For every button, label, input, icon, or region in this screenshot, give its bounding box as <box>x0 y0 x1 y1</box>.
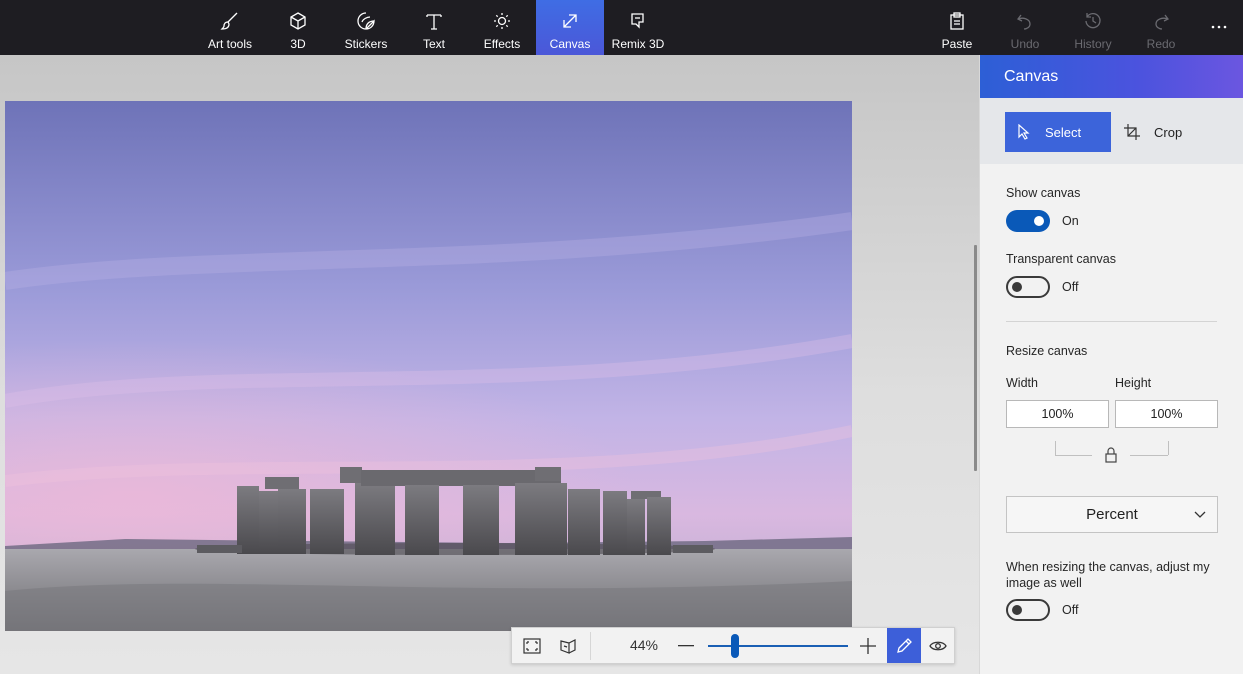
top-toolbar: Art tools 3D Stickers Text Effects Canva… <box>0 0 1243 55</box>
tool-label: 3D <box>290 37 306 51</box>
zoom-out-button[interactable] <box>672 628 700 663</box>
fit-screen-icon <box>523 637 541 654</box>
tool-label: Remix 3D <box>611 37 665 51</box>
height-label: Height <box>1115 376 1152 390</box>
action-label: History <box>1074 37 1112 51</box>
canvas-image[interactable] <box>5 101 852 631</box>
chevron-down-icon <box>1193 507 1207 526</box>
transparent-canvas-toggle[interactable] <box>1006 276 1050 298</box>
adjust-image-state: Off <box>1062 603 1079 617</box>
unit-selected: Percent <box>1086 506 1138 523</box>
show-canvas-toggle[interactable] <box>1006 210 1050 232</box>
more-options-button[interactable] <box>1204 0 1234 55</box>
crop-icon <box>1124 124 1140 140</box>
redo-button[interactable]: Redo <box>1140 0 1182 55</box>
resize-canvas-heading: Resize canvas <box>1006 344 1088 358</box>
crop-label: Crop <box>1154 124 1183 140</box>
tool-canvas[interactable]: Canvas <box>536 0 604 55</box>
tool-3d[interactable]: 3D <box>276 0 320 55</box>
undo-button[interactable]: Undo <box>1004 0 1046 55</box>
text-t-icon <box>424 10 444 32</box>
lock-icon <box>1105 447 1117 463</box>
separator <box>590 632 591 660</box>
tool-text[interactable]: Text <box>412 0 456 55</box>
lock-aspect-ratio-button[interactable] <box>1096 440 1126 470</box>
history-button[interactable]: History <box>1068 0 1118 55</box>
crop-button[interactable]: Crop <box>1120 112 1200 152</box>
zoom-percentage: 44% <box>629 637 659 653</box>
tool-label: Effects <box>483 37 521 51</box>
tool-label: Text <box>422 37 445 51</box>
mode-selector: Select Crop <box>980 98 1243 164</box>
action-label: Paste <box>941 37 973 51</box>
remix-icon <box>628 10 648 32</box>
action-label: Redo <box>1146 37 1176 51</box>
sticker-icon <box>356 10 376 32</box>
tool-label: Stickers <box>344 37 388 51</box>
canvas-panel: Canvas Select Crop Show canvas On Transp… <box>979 55 1243 674</box>
transparent-canvas-state: Off <box>1062 280 1079 294</box>
tool-label: Canvas <box>549 37 591 51</box>
select-label: Select <box>1045 124 1082 140</box>
plus-icon <box>860 637 876 654</box>
pencil-icon <box>897 637 912 653</box>
fit-to-screen-button[interactable] <box>516 628 548 663</box>
unit-dropdown[interactable]: Percent <box>1006 496 1218 533</box>
width-label: Width <box>1006 376 1038 390</box>
show-canvas-state: On <box>1062 214 1079 228</box>
perspective-icon <box>560 638 576 654</box>
tool-effects[interactable]: Effects <box>474 0 530 55</box>
tool-remix-3d[interactable]: Remix 3D <box>610 0 666 55</box>
ellipsis-icon <box>1211 16 1227 38</box>
zoom-slider-thumb[interactable] <box>730 634 739 658</box>
preview-button[interactable] <box>923 628 953 663</box>
divider <box>1006 321 1217 322</box>
history-icon <box>1083 10 1103 32</box>
brush-icon <box>220 10 240 32</box>
view-3d-button[interactable] <box>552 628 584 663</box>
tool-label: Art tools <box>207 37 252 51</box>
eye-icon <box>929 641 947 650</box>
adjust-image-label: When resizing the canvas, adjust my imag… <box>1006 560 1210 590</box>
sun-icon <box>492 10 512 32</box>
lock-connector <box>1168 441 1169 455</box>
minus-icon <box>678 644 694 646</box>
clipboard-icon <box>947 10 967 32</box>
lock-connector <box>1055 441 1056 455</box>
draw-mode-button[interactable] <box>887 628 921 663</box>
height-field[interactable]: 100% <box>1115 400 1218 428</box>
show-canvas-label: Show canvas <box>1006 186 1081 200</box>
zoom-in-button[interactable] <box>854 628 882 663</box>
paste-button[interactable]: Paste <box>936 0 978 55</box>
lock-connector <box>1130 455 1168 456</box>
transparent-canvas-label: Transparent canvas <box>1006 252 1117 266</box>
lock-connector <box>1055 455 1092 456</box>
select-button[interactable]: Select <box>1005 112 1111 152</box>
undo-icon <box>1015 10 1035 32</box>
resize-arrow-icon <box>560 10 580 32</box>
panel-title: Canvas <box>980 55 1243 98</box>
cursor-icon <box>1017 124 1031 140</box>
redo-icon <box>1151 10 1171 32</box>
adjust-image-toggle[interactable] <box>1006 599 1050 621</box>
zoom-slider-track[interactable] <box>708 645 848 647</box>
cube-icon <box>288 10 308 32</box>
vertical-scrollbar[interactable] <box>974 245 977 471</box>
width-field[interactable]: 100% <box>1006 400 1109 428</box>
zoom-bar: 44% <box>511 627 955 664</box>
tool-art-tools[interactable]: Art tools <box>200 0 260 55</box>
tool-stickers[interactable]: Stickers <box>338 0 394 55</box>
action-label: Undo <box>1010 37 1040 51</box>
